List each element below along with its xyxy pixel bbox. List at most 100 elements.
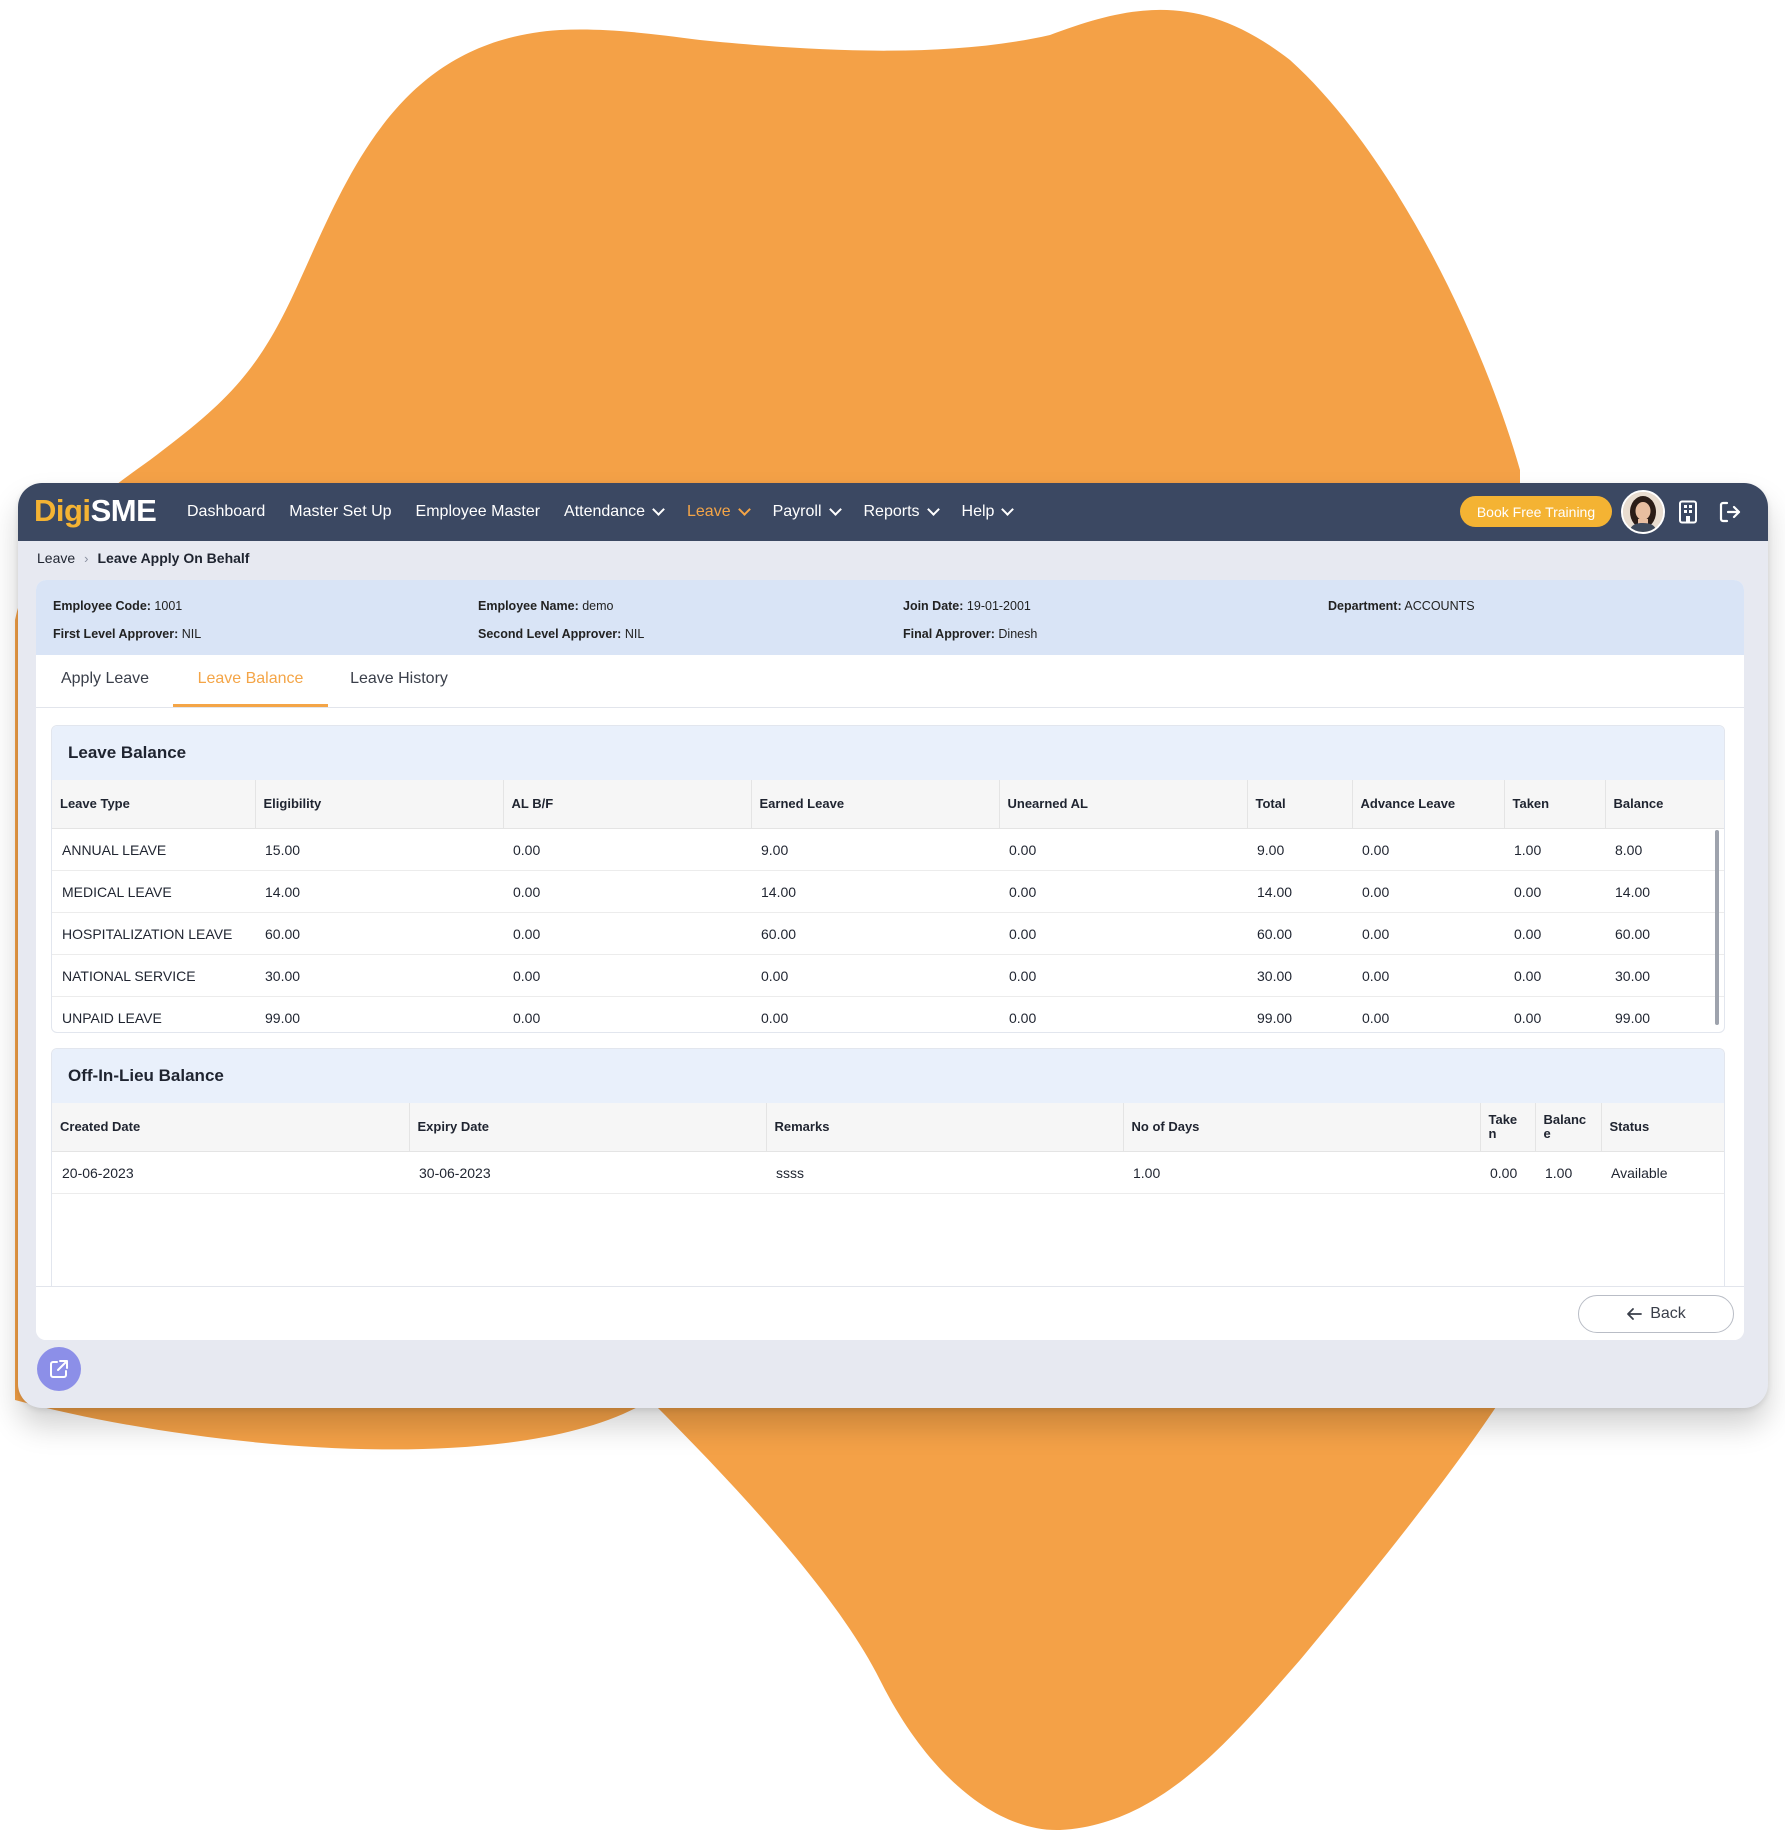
table-row[interactable]: HOSPITALIZATION LEAVE 60.00 0.00 60.00 0.00 6… [52, 912, 1724, 955]
cell-taken: 0.00 [1504, 954, 1605, 997]
nav-master-set-up[interactable]: Master Set Up [289, 503, 391, 521]
department: Department: ACCOUNTS [1328, 599, 1475, 613]
nav-leave[interactable]: Leave [687, 503, 751, 521]
avatar-portrait-icon [1623, 492, 1663, 532]
app-window: DigiSME Dashboard Master Set Up Employee M… [18, 483, 1768, 1408]
join-date-value: 19-01-2001 [966, 599, 1031, 613]
cell-taken: 0.00 [1504, 996, 1605, 1032]
cell-balance: 8.00 [1605, 828, 1724, 871]
nav-label: Employee Master [415, 503, 541, 520]
nav-dashboard[interactable]: Dashboard [187, 503, 265, 521]
cell-balance: 99.00 [1605, 996, 1724, 1032]
cell-total: 60.00 [1247, 912, 1352, 955]
cell-leave-type: HOSPITALIZATION LEAVE [52, 912, 255, 955]
nav-label: Dashboard [187, 503, 266, 520]
first-approver-value: NIL [181, 627, 202, 641]
cell-al-b-f: 0.00 [503, 912, 751, 955]
nav-help[interactable]: Help [962, 503, 1015, 521]
digisme-logo[interactable]: DigiSME [34, 493, 157, 529]
chevron-down-icon [828, 503, 842, 516]
chevron-down-icon [652, 503, 665, 516]
cell-advance-leave: 0.00 [1352, 996, 1504, 1032]
second-level-approver: Second Level Approver: NIL [478, 627, 644, 641]
join-date: Join Date: 19-01-2001 [903, 599, 1031, 613]
table-row[interactable]: ANNUAL LEAVE 15.00 0.00 9.00 0.00 9.00 0.00 1.0… [52, 828, 1724, 871]
building-icon[interactable] [1678, 500, 1698, 524]
arrow-left-icon [1627, 1308, 1643, 1320]
column-header-advance-leave: Advance Leave [1352, 780, 1505, 829]
off-in-lieu-header-row: Created Date Expiry Date Remarks No of Days… [52, 1103, 1724, 1152]
main-nav: Dashboard Master Set Up Employee Master Att… [187, 483, 1036, 541]
column-header-status: Status [1601, 1103, 1724, 1152]
tab-apply-leave[interactable]: Apply Leave [36, 655, 174, 707]
back-button-label: Back [1650, 1305, 1686, 1322]
join-date-label: Join Date: [903, 599, 964, 613]
column-header-unearned-al: Unearned AL [999, 780, 1248, 829]
table-row[interactable]: 20-06-2023 30-06-2023 ssss 1.00 0.00 1.00 Avai… [52, 1151, 1724, 1194]
first-level-approver: First Level Approver: NIL [53, 627, 201, 641]
breadcrumb: Leave › Leave Apply On Behalf [37, 550, 249, 566]
leave-balance-title: Leave Balance [52, 726, 1724, 780]
tab-leave-history[interactable]: Leave History [328, 655, 470, 707]
second-approver-label: Second Level Approver: [478, 627, 622, 641]
department-label: Department: [1328, 599, 1402, 613]
leave-balance-header-row: Leave Type Eligibility AL B/F Earned Leave U… [52, 780, 1724, 829]
column-header-leave-type: Leave Type [52, 780, 256, 829]
cell-expiry-date: 30-06-2023 [409, 1151, 766, 1194]
table-row[interactable]: UNPAID LEAVE 99.00 0.00 0.00 0.00 99.00 0.00 0.… [52, 996, 1724, 1032]
nav-label: Master Set Up [289, 503, 392, 520]
leave-balance-table: Leave Type Eligibility AL B/F Earned Leave U… [52, 780, 1724, 1032]
cell-total: 9.00 [1247, 828, 1352, 871]
cell-advance-leave: 0.00 [1352, 828, 1504, 871]
table-row[interactable]: MEDICAL LEAVE 14.00 0.00 14.00 0.00 14.00 0.00… [52, 870, 1724, 913]
employee-name: Employee Name: demo [478, 599, 614, 613]
cell-total: 30.00 [1247, 954, 1352, 997]
cell-eligibility: 60.00 [255, 912, 503, 955]
final-approver-label: Final Approver: [903, 627, 995, 641]
cell-balanc-e: 1.00 [1535, 1151, 1601, 1194]
nav-label: Payroll [772, 503, 822, 520]
cell-total: 99.00 [1247, 996, 1352, 1032]
nav-attendance[interactable]: Attendance [564, 503, 665, 521]
chevron-down-icon [737, 503, 751, 516]
leave-balance-body: ANNUAL LEAVE 15.00 0.00 9.00 0.00 9.00 0.00 1.0… [52, 828, 1724, 1032]
table-scrollbar[interactable] [1715, 830, 1719, 1025]
final-approver: Final Approver: Dinesh [903, 627, 1037, 641]
external-link-fab[interactable] [37, 1347, 81, 1391]
cell-balance: 60.00 [1605, 912, 1724, 955]
leave-card: Employee Code: 1001 Employee Name: demo … [36, 580, 1744, 1340]
cell-no-of-days: 1.00 [1123, 1151, 1480, 1194]
column-header-total: Total [1247, 780, 1353, 829]
cell-balance: 30.00 [1605, 954, 1724, 997]
book-free-training-button[interactable]: Book Free Training [1460, 496, 1612, 527]
nav-label: Reports [863, 503, 920, 520]
cell-unearned-al: 0.00 [999, 954, 1247, 997]
user-avatar[interactable] [1621, 490, 1665, 534]
breadcrumb-parent[interactable]: Leave [37, 550, 75, 566]
cell-leave-type: ANNUAL LEAVE [52, 828, 255, 871]
table-row[interactable]: NATIONAL SERVICE 30.00 0.00 0.00 0.00 30.00 0.… [52, 954, 1724, 997]
cell-al-b-f: 0.00 [503, 954, 751, 997]
external-link-icon [50, 1360, 68, 1378]
employee-name-label: Employee Name: [478, 599, 579, 613]
logout-icon[interactable] [1718, 500, 1742, 524]
nav-reports[interactable]: Reports [863, 503, 940, 521]
chevron-right-icon: › [84, 550, 89, 566]
leave-balance-section: Leave Balance Leave Type Eligibility AL B/… [51, 725, 1725, 1033]
cell-earned-leave: 0.00 [751, 996, 999, 1032]
cell-earned-leave: 14.00 [751, 870, 999, 913]
tab-leave-balance[interactable]: Leave Balance [173, 655, 328, 707]
top-navigation-bar: DigiSME Dashboard Master Set Up Employee M… [18, 483, 1768, 541]
off-in-lieu-body: 20-06-2023 30-06-2023 ssss 1.00 0.00 1.00 Avai… [52, 1151, 1724, 1194]
cell-eligibility: 14.00 [255, 870, 503, 913]
column-header-no-of-days: No of Days [1123, 1103, 1481, 1152]
card-footer: Back [36, 1286, 1744, 1340]
cell-earned-leave: 0.00 [751, 954, 999, 997]
column-header-al-b-f: AL B/F [503, 780, 752, 829]
cell-eligibility: 15.00 [255, 828, 503, 871]
nav-payroll[interactable]: Payroll [772, 503, 842, 521]
cell-earned-leave: 9.00 [751, 828, 999, 871]
nav-employee-master[interactable]: Employee Master [416, 503, 541, 521]
cell-al-b-f: 0.00 [503, 870, 751, 913]
back-button[interactable]: Back [1578, 1295, 1734, 1333]
